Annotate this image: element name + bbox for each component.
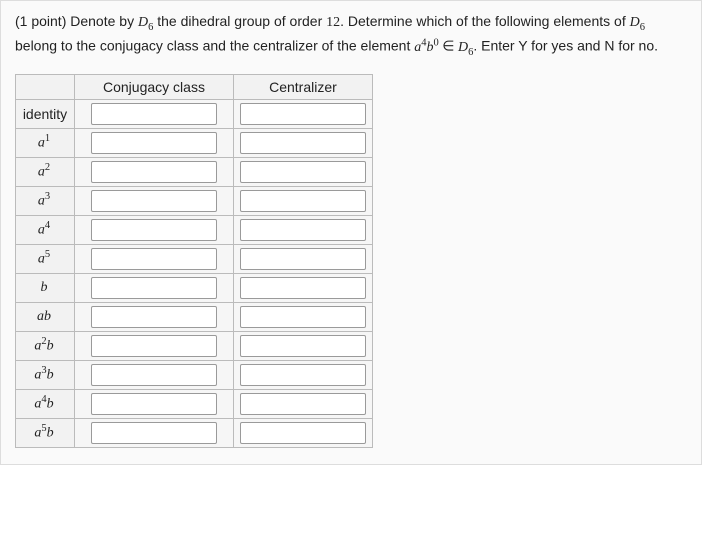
- input-centralizer[interactable]: [240, 393, 366, 415]
- input-centralizer[interactable]: [240, 103, 366, 125]
- cell-centralizer: [233, 389, 372, 418]
- cell-conjugacy: [75, 128, 234, 157]
- table-row: a5: [16, 244, 373, 273]
- dsym2: D: [630, 15, 640, 30]
- elem-in: ∈: [439, 40, 458, 55]
- row-label-identity: identity: [16, 99, 75, 128]
- cell-centralizer: [233, 418, 372, 447]
- cell-conjugacy: [75, 99, 234, 128]
- row-label: a5: [16, 244, 75, 273]
- problem-prompt: (1 point) Denote by D6 the dihedral grou…: [15, 11, 687, 60]
- prompt-text-d: belong to the conjugacy class and the ce…: [15, 38, 414, 54]
- input-conjugacy[interactable]: [91, 422, 217, 444]
- input-centralizer[interactable]: [240, 306, 366, 328]
- prompt-text-b: the dihedral group of order: [153, 13, 326, 29]
- cell-centralizer: [233, 244, 372, 273]
- input-centralizer[interactable]: [240, 422, 366, 444]
- input-conjugacy[interactable]: [91, 103, 217, 125]
- cell-conjugacy: [75, 360, 234, 389]
- cell-centralizer: [233, 302, 372, 331]
- row-label: ab: [16, 302, 75, 331]
- table-row: b: [16, 273, 373, 302]
- problem-container: (1 point) Denote by D6 the dihedral grou…: [0, 0, 702, 465]
- input-centralizer[interactable]: [240, 364, 366, 386]
- cell-conjugacy: [75, 273, 234, 302]
- cell-centralizer: [233, 331, 372, 360]
- input-conjugacy[interactable]: [91, 132, 217, 154]
- row-label: a4b: [16, 389, 75, 418]
- input-centralizer[interactable]: [240, 190, 366, 212]
- table-row: identity: [16, 99, 373, 128]
- table-header-row: Conjugacy class Centralizer: [16, 74, 373, 99]
- dsym: D: [138, 15, 148, 30]
- cell-centralizer: [233, 360, 372, 389]
- group-order: 12: [326, 15, 340, 30]
- input-centralizer[interactable]: [240, 335, 366, 357]
- cell-centralizer: [233, 273, 372, 302]
- row-label: a4: [16, 215, 75, 244]
- target-element: a4b0: [414, 40, 439, 55]
- input-conjugacy[interactable]: [91, 190, 217, 212]
- input-centralizer[interactable]: [240, 219, 366, 241]
- input-conjugacy[interactable]: [91, 306, 217, 328]
- header-conjugacy: Conjugacy class: [75, 74, 234, 99]
- input-centralizer[interactable]: [240, 277, 366, 299]
- table-row: a5b: [16, 418, 373, 447]
- cell-conjugacy: [75, 244, 234, 273]
- input-conjugacy[interactable]: [91, 248, 217, 270]
- input-conjugacy[interactable]: [91, 335, 217, 357]
- answer-table: Conjugacy class Centralizer identitya1a2…: [15, 74, 373, 448]
- cell-conjugacy: [75, 302, 234, 331]
- group-symbol-1: D6: [138, 15, 153, 30]
- input-conjugacy[interactable]: [91, 364, 217, 386]
- dsym2-sub: 6: [640, 22, 645, 33]
- cell-centralizer: [233, 128, 372, 157]
- cell-conjugacy: [75, 215, 234, 244]
- prompt-text-e: . Enter Y for yes and N for no.: [473, 38, 658, 54]
- cell-conjugacy: [75, 186, 234, 215]
- header-centralizer: Centralizer: [233, 74, 372, 99]
- input-centralizer[interactable]: [240, 132, 366, 154]
- table-row: a4b: [16, 389, 373, 418]
- table-row: a4: [16, 215, 373, 244]
- table-row: a1: [16, 128, 373, 157]
- input-conjugacy[interactable]: [91, 393, 217, 415]
- row-label: b: [16, 273, 75, 302]
- cell-centralizer: [233, 99, 372, 128]
- input-centralizer[interactable]: [240, 248, 366, 270]
- group-symbol-3: D6: [458, 40, 473, 55]
- row-label: a5b: [16, 418, 75, 447]
- table-row: a3: [16, 186, 373, 215]
- cell-centralizer: [233, 157, 372, 186]
- row-label: a3b: [16, 360, 75, 389]
- prompt-text-c: . Determine which of the following eleme…: [340, 13, 629, 29]
- group-symbol-2: D6: [630, 15, 645, 30]
- table-row: a3b: [16, 360, 373, 389]
- input-conjugacy[interactable]: [91, 219, 217, 241]
- input-centralizer[interactable]: [240, 161, 366, 183]
- cell-conjugacy: [75, 331, 234, 360]
- cell-centralizer: [233, 215, 372, 244]
- input-conjugacy[interactable]: [91, 161, 217, 183]
- points: (1 point): [15, 13, 70, 29]
- input-conjugacy[interactable]: [91, 277, 217, 299]
- cell-centralizer: [233, 186, 372, 215]
- elem-b: b: [427, 40, 434, 55]
- cell-conjugacy: [75, 418, 234, 447]
- table-row: a2b: [16, 331, 373, 360]
- table-row: ab: [16, 302, 373, 331]
- cell-conjugacy: [75, 389, 234, 418]
- dsym3: D: [458, 40, 468, 55]
- row-label: a3: [16, 186, 75, 215]
- row-label: a2: [16, 157, 75, 186]
- row-label: a1: [16, 128, 75, 157]
- table-row: a2: [16, 157, 373, 186]
- prompt-text-a: Denote by: [70, 13, 138, 29]
- row-label: a2b: [16, 331, 75, 360]
- header-empty: [16, 74, 75, 99]
- cell-conjugacy: [75, 157, 234, 186]
